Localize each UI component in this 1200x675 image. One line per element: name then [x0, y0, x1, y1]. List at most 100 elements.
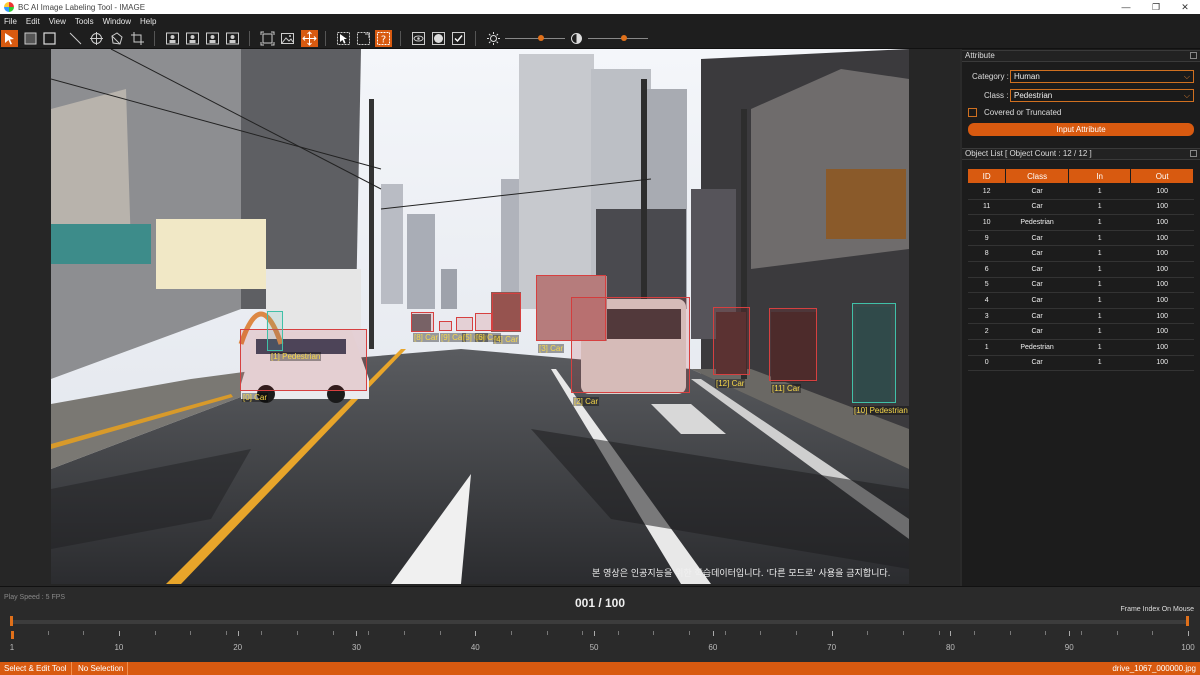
menu-window[interactable]: Window [103, 17, 131, 26]
table-row[interactable]: 10 Pedestrian 1 100 [967, 214, 1194, 231]
timeline-tick [261, 631, 263, 635]
minimize-button[interactable]: — [1111, 0, 1141, 14]
toolbar: ? [0, 28, 1200, 49]
person-box-1-icon[interactable] [164, 30, 181, 47]
timeline-ruler[interactable]: 1 10 20 30 40 50 60 70 80 90 100 [0, 631, 1200, 661]
column-in[interactable]: In [1067, 168, 1132, 184]
table-row[interactable]: 9 Car 1 100 [967, 230, 1194, 247]
menu-file[interactable]: File [4, 17, 17, 26]
cell-id: 9 [967, 230, 1006, 247]
polygon-icon[interactable] [108, 30, 125, 47]
table-row[interactable]: 2 Car 1 100 [967, 323, 1194, 340]
check-icon[interactable] [450, 30, 467, 47]
column-id[interactable]: ID [966, 168, 1007, 184]
cell-out: 100 [1130, 183, 1194, 200]
pointer-box-icon[interactable] [335, 30, 352, 47]
status-filename: drive_1067_000000.jpg [1112, 664, 1196, 673]
select-arrow-icon[interactable] [1, 30, 18, 47]
cell-out: 100 [1130, 261, 1194, 278]
table-row[interactable]: 3 Car 1 100 [967, 308, 1194, 325]
column-class[interactable]: Class [1005, 168, 1069, 184]
cell-in: 1 [1068, 277, 1131, 294]
menu-help[interactable]: Help [140, 17, 156, 26]
timeline-tick [439, 631, 441, 635]
help-icon[interactable]: ? [375, 30, 392, 47]
menu-view[interactable]: View [49, 17, 66, 26]
menu-tools[interactable]: Tools [75, 17, 94, 26]
bbox-car-5[interactable] [456, 317, 473, 331]
timeline-start-marker[interactable] [10, 616, 13, 626]
timeline-playhead[interactable] [11, 631, 14, 639]
cell-in: 1 [1068, 230, 1131, 247]
table-row[interactable]: 6 Car 1 100 [967, 261, 1194, 278]
timeline-tick [1009, 631, 1011, 635]
bbox-car-3[interactable] [536, 275, 606, 341]
table-row[interactable]: 5 Car 1 100 [967, 277, 1194, 294]
input-attribute-button[interactable]: Input Attribute [968, 123, 1194, 136]
panel-restore-icon[interactable] [1190, 150, 1197, 157]
table-row[interactable]: 1 Pedestrian 1 100 [967, 339, 1194, 356]
timeline-end-marker[interactable] [1186, 616, 1189, 626]
timeline-tick [190, 631, 192, 635]
eye-icon[interactable] [410, 30, 427, 47]
brightness-slider-handle[interactable] [538, 35, 544, 41]
cell-out: 100 [1130, 355, 1194, 372]
street-scene-image[interactable]: [0] Car [1] Pedestrian [2] Car [3] Car [… [51, 49, 909, 584]
image-viewport[interactable]: [0] Car [1] Pedestrian [2] Car [3] Car [… [0, 49, 960, 586]
bbox-pedestrian-10[interactable] [852, 303, 896, 403]
timeline-tick [938, 631, 940, 635]
table-row[interactable]: 4 Car 1 100 [967, 292, 1194, 309]
menu-edit[interactable]: Edit [26, 17, 40, 26]
table-row[interactable]: 8 Car 1 100 [967, 245, 1194, 262]
covered-checkbox[interactable] [968, 108, 977, 117]
image-icon[interactable] [279, 30, 296, 47]
class-select[interactable]: Pedestrian ⌵ [1010, 89, 1194, 102]
lasso-icon[interactable] [355, 30, 372, 47]
contrast-slider-handle[interactable] [621, 35, 627, 41]
table-row[interactable]: 12 Car 1 100 [967, 183, 1194, 200]
timeline-tick-label: 60 [708, 643, 718, 652]
bbox-car-6[interactable] [475, 313, 492, 331]
contrast-slider[interactable] [588, 38, 648, 39]
rectangle-icon[interactable] [22, 30, 39, 47]
timeline-tick-label: 100 [1181, 643, 1195, 652]
timeline-tick [1116, 631, 1118, 635]
bbox-label-pedestrian-10: [10] Pedestrian [853, 406, 909, 415]
bbox-car-9[interactable] [439, 321, 452, 331]
cell-class: Car [1005, 323, 1069, 340]
cell-in: 1 [1068, 308, 1131, 325]
person-box-4-icon[interactable] [224, 30, 241, 47]
circle-icon[interactable] [430, 30, 447, 47]
panel-restore-icon[interactable] [1190, 52, 1197, 59]
close-button[interactable]: ✕ [1170, 0, 1200, 14]
timeline-major-tick [594, 631, 596, 636]
move-icon[interactable] [301, 30, 318, 47]
cell-class: Car [1005, 277, 1069, 294]
frame-mode-label: Frame Index On Mouse [1120, 606, 1194, 613]
timeline-track[interactable] [12, 620, 1188, 624]
timeline-major-tick [237, 631, 239, 636]
person-box-3-icon[interactable] [204, 30, 221, 47]
person-box-2-icon[interactable] [184, 30, 201, 47]
fit-icon[interactable] [259, 30, 276, 47]
bbox-car-8[interactable] [411, 312, 434, 332]
table-row[interactable]: 0 Car 1 100 [967, 355, 1194, 372]
category-select[interactable]: Human ⌵ [1010, 70, 1194, 83]
restore-button[interactable]: ❐ [1141, 0, 1171, 14]
brightness-slider[interactable] [505, 38, 565, 39]
object-list-title: Object List [ Object Count : 12 / 12 ] [965, 149, 1092, 158]
bbox-car-11[interactable] [769, 308, 817, 381]
column-out[interactable]: Out [1130, 168, 1194, 184]
cell-out: 100 [1130, 199, 1194, 216]
category-value: Human [1014, 72, 1040, 81]
bbox-car-4[interactable] [492, 293, 521, 331]
bbox-pedestrian-1[interactable] [267, 311, 283, 351]
crosshair-icon[interactable] [88, 30, 105, 47]
crop-icon[interactable] [129, 30, 146, 47]
square-icon[interactable] [41, 30, 58, 47]
timeline-tick [1081, 631, 1083, 635]
table-row[interactable]: 11 Car 1 100 [967, 199, 1194, 216]
timeline-tick-label: 10 [114, 643, 124, 652]
bbox-car-12[interactable] [713, 307, 750, 375]
line-icon[interactable] [67, 30, 84, 47]
